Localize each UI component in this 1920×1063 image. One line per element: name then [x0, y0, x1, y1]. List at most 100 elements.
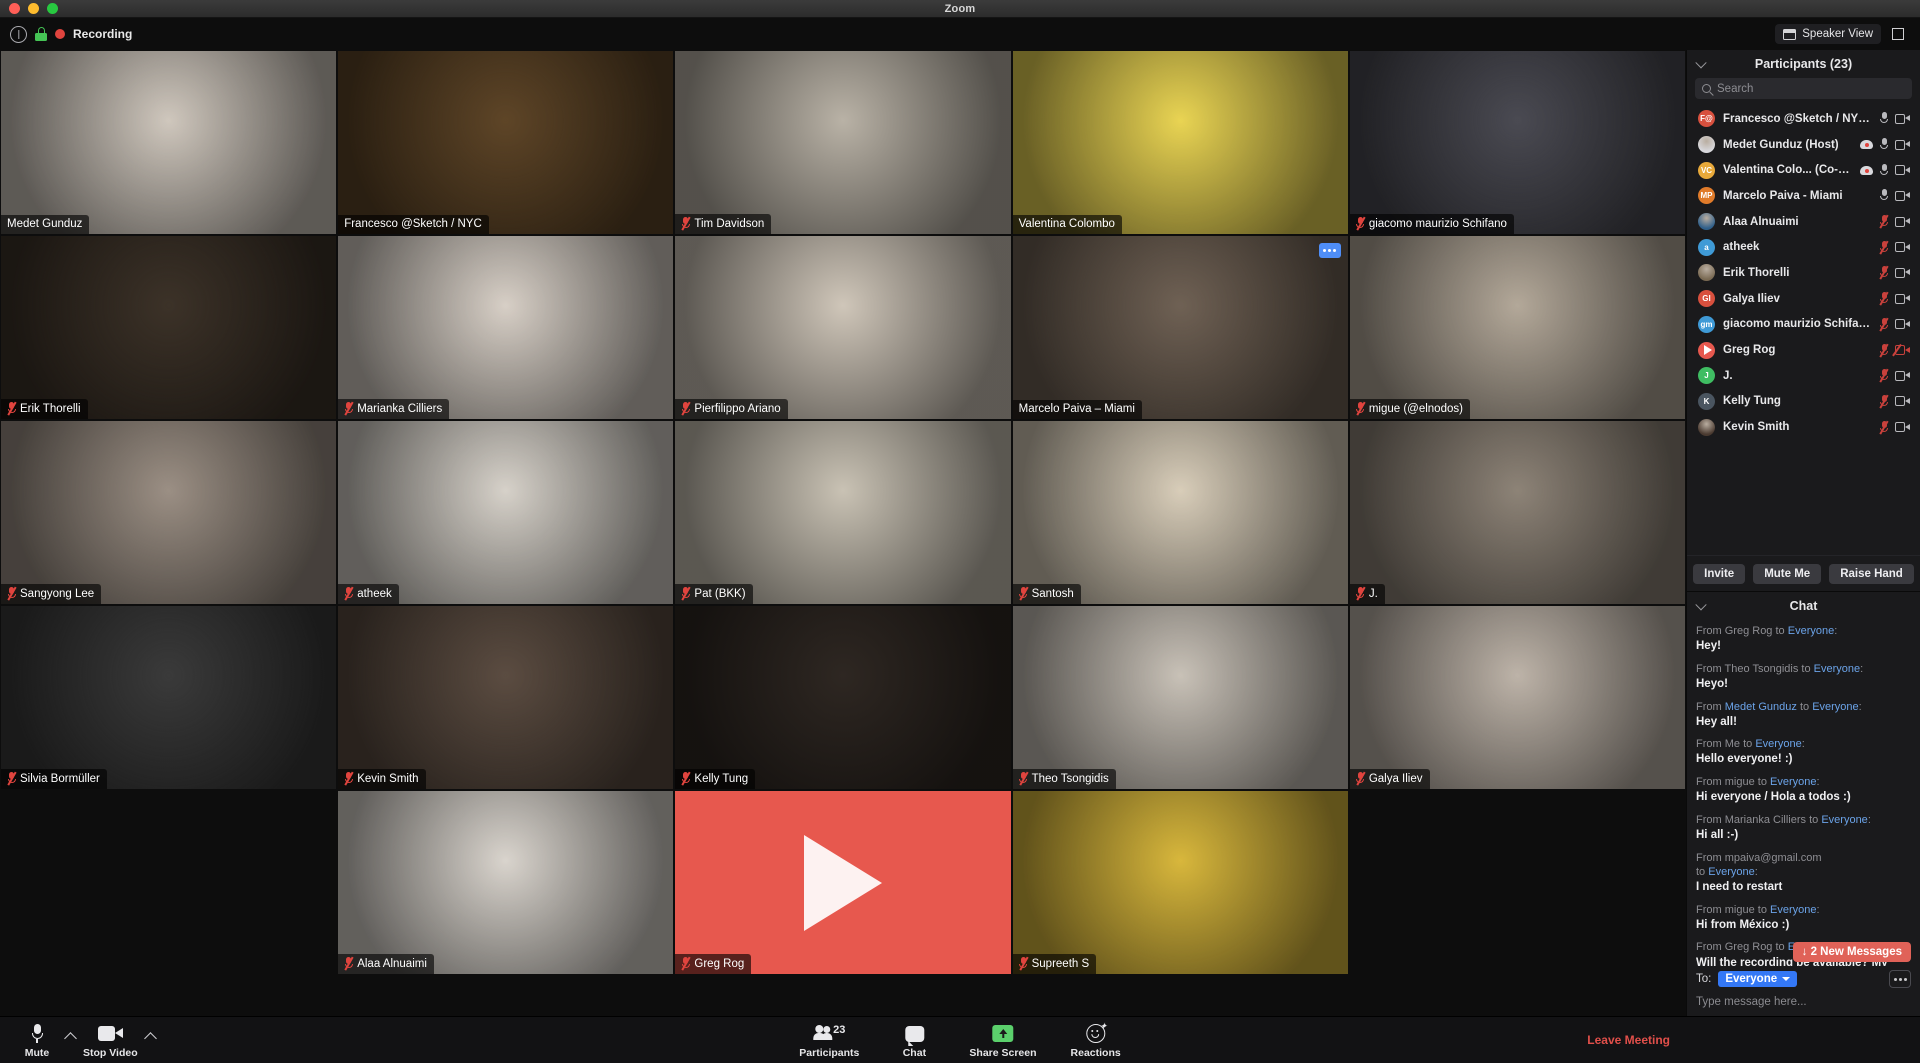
- mic-icon[interactable]: [1880, 112, 1888, 125]
- gallery-tile[interactable]: migue (@elnodos): [1349, 236, 1686, 419]
- speaker-view-button[interactable]: Speaker View: [1775, 24, 1881, 44]
- chat-button[interactable]: Chat: [887, 1022, 941, 1059]
- camera-icon[interactable]: [1895, 165, 1910, 176]
- chevron-down-icon[interactable]: [1695, 599, 1707, 611]
- mic-muted-icon: [1356, 586, 1366, 601]
- mic-icon[interactable]: [1880, 163, 1888, 177]
- mic-muted-icon[interactable]: [1880, 343, 1888, 357]
- gallery-tile[interactable]: Marcelo Paiva – Miami: [1012, 236, 1348, 419]
- chat-target-link[interactable]: Everyone: [1812, 701, 1858, 713]
- participants-list[interactable]: F@ Francesco @Sketch / NYC (me) Medet Gund…: [1687, 106, 1920, 555]
- camera-icon[interactable]: [1895, 113, 1910, 124]
- camera-off-icon[interactable]: [1895, 345, 1910, 356]
- camera-icon[interactable]: [1895, 396, 1910, 407]
- audio-options-button[interactable]: [64, 1022, 77, 1045]
- mic-muted-icon[interactable]: [1880, 394, 1888, 408]
- search-input[interactable]: Search: [1695, 78, 1912, 99]
- camera-icon[interactable]: [1895, 139, 1910, 150]
- gallery-tile[interactable]: Galya Iliev: [1349, 606, 1686, 789]
- gallery-tile[interactable]: Tim Davidson: [675, 51, 1011, 234]
- stop-video-button[interactable]: Stop Video: [77, 1022, 144, 1059]
- participant-row[interactable]: Greg Rog: [1687, 337, 1920, 363]
- gallery-tile[interactable]: Francesco @Sketch / NYC: [338, 51, 674, 234]
- participant-row[interactable]: Medet Gunduz (Host): [1687, 132, 1920, 158]
- mic-muted-icon[interactable]: [1880, 292, 1888, 305]
- mic-muted-icon[interactable]: [1880, 317, 1888, 331]
- gallery-tile[interactable]: Kevin Smith: [338, 606, 674, 789]
- participant-row[interactable]: gm giacomo maurizio Schifano: [1687, 312, 1920, 338]
- chevron-down-icon[interactable]: [1695, 57, 1707, 69]
- gallery-tile[interactable]: Erik Thorelli: [1, 236, 337, 419]
- gallery-tile[interactable]: Theo Tsongidis: [1012, 606, 1348, 789]
- participant-row[interactable]: F@ Francesco @Sketch / NYC (me): [1687, 106, 1920, 132]
- chat-target-link[interactable]: Everyone: [1814, 663, 1860, 675]
- gallery-tile[interactable]: Medet Gunduz: [1, 51, 337, 234]
- raise-hand-button[interactable]: Raise Hand: [1829, 563, 1914, 584]
- mic-muted-icon[interactable]: [1880, 240, 1888, 254]
- mic-icon[interactable]: [1880, 189, 1888, 202]
- encryption-shield-icon[interactable]: [10, 25, 27, 43]
- chat-target-link[interactable]: Everyone: [1821, 814, 1867, 826]
- gallery-tile[interactable]: Supreeth S: [1012, 791, 1348, 974]
- gallery-tile[interactable]: Silvia Bormüller: [1, 606, 337, 789]
- gallery-tile[interactable]: Kelly Tung: [675, 606, 1011, 789]
- participant-row[interactable]: Kevin Smith: [1687, 414, 1920, 440]
- participants-button[interactable]: 23 Participants: [793, 1022, 865, 1059]
- new-messages-badge[interactable]: ↓ 2 New Messages: [1792, 942, 1911, 962]
- gallery-tile[interactable]: Sangyong Lee: [1, 421, 337, 604]
- fullscreen-icon[interactable]: [1888, 24, 1908, 44]
- share-screen-button[interactable]: Share Screen: [963, 1022, 1042, 1059]
- gallery-tile[interactable]: Alaa Alnuaimi: [338, 791, 674, 974]
- mute-button[interactable]: Mute: [10, 1022, 64, 1059]
- camera-icon[interactable]: [1895, 267, 1910, 278]
- chat-recipient-dropdown[interactable]: Everyone: [1718, 971, 1798, 987]
- camera-icon[interactable]: [1895, 242, 1910, 253]
- camera-icon[interactable]: [1895, 319, 1910, 330]
- video-options-button[interactable]: [143, 1022, 157, 1045]
- chat-target-link[interactable]: Everyone: [1770, 776, 1816, 788]
- participant-row[interactable]: Alaa Alnuaimi: [1687, 209, 1920, 235]
- chat-target-link[interactable]: Everyone: [1755, 738, 1801, 750]
- participant-row[interactable]: MP Marcelo Paiva - Miami: [1687, 183, 1920, 209]
- chat-target-link[interactable]: Everyone: [1788, 625, 1834, 637]
- gallery-tile[interactable]: Santosh: [1012, 421, 1348, 604]
- camera-icon[interactable]: [1895, 370, 1910, 381]
- chat-to-label: To:: [1696, 973, 1712, 985]
- camera-icon[interactable]: [1895, 216, 1910, 227]
- camera-icon[interactable]: [1895, 293, 1910, 304]
- participant-row[interactable]: Erik Thorelli: [1687, 260, 1920, 286]
- mic-muted-icon[interactable]: [1880, 266, 1888, 279]
- gallery-tile[interactable]: giacomo maurizio Schifano: [1349, 51, 1686, 234]
- mic-muted-icon: [344, 586, 354, 601]
- participant-row[interactable]: VC Valentina Colo... (Co-host): [1687, 157, 1920, 183]
- reactions-button[interactable]: ✦ Reactions: [1065, 1022, 1127, 1059]
- camera-icon[interactable]: [1895, 190, 1910, 201]
- chat-message-input[interactable]: Type message here...: [1696, 996, 1911, 1008]
- gallery-tile[interactable]: atheek: [338, 421, 674, 604]
- tile-more-options-icon[interactable]: [1318, 243, 1341, 258]
- mic-muted-icon[interactable]: [1880, 369, 1888, 382]
- gallery-tile[interactable]: Pierfilippo Ariano: [675, 236, 1011, 419]
- gallery-tile[interactable]: Greg Rog: [675, 791, 1011, 974]
- camera-icon[interactable]: [1895, 422, 1910, 433]
- participant-row[interactable]: GI Galya Iliev: [1687, 286, 1920, 312]
- tile-participant-name: Pat (BKK): [694, 587, 746, 600]
- mic-icon[interactable]: [1880, 138, 1888, 151]
- mic-muted-icon[interactable]: [1880, 215, 1888, 228]
- mute-me-button[interactable]: Mute Me: [1753, 563, 1822, 584]
- chat-target-link[interactable]: Everyone: [1708, 866, 1754, 878]
- chat-target-link[interactable]: Everyone: [1770, 904, 1816, 916]
- invite-button[interactable]: Invite: [1693, 563, 1746, 584]
- participant-row[interactable]: a atheek: [1687, 234, 1920, 260]
- participant-row[interactable]: J J.: [1687, 363, 1920, 389]
- gallery-tile[interactable]: Valentina Colombo: [1012, 51, 1348, 234]
- gallery-tile[interactable]: Marianka Cilliers: [338, 236, 674, 419]
- chat-sender-link[interactable]: Medet Gunduz: [1725, 701, 1797, 713]
- gallery-tile[interactable]: J.: [1349, 421, 1686, 604]
- gallery-tile[interactable]: Pat (BKK): [675, 421, 1011, 604]
- mic-muted-icon[interactable]: [1880, 420, 1888, 434]
- leave-meeting-button[interactable]: Leave Meeting: [1587, 1033, 1670, 1047]
- more-options-icon[interactable]: [1889, 970, 1911, 988]
- participant-row[interactable]: K Kelly Tung: [1687, 389, 1920, 415]
- chat-message-list[interactable]: From Greg Rog to Everyone: Hey! From Theo …: [1687, 620, 1920, 966]
